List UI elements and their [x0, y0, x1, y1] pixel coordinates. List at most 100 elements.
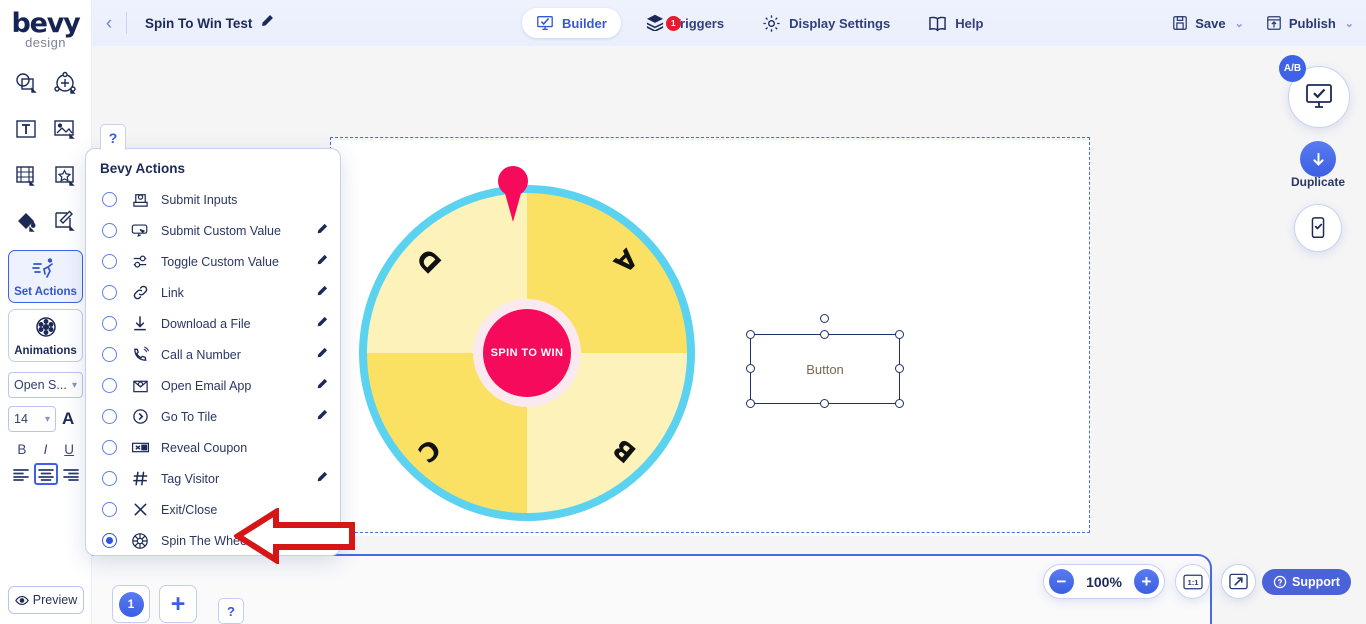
align-left-button[interactable]	[9, 463, 33, 485]
save-button[interactable]: Save ⌄	[1172, 15, 1244, 31]
resize-handle-se[interactable]	[895, 399, 904, 408]
edit-pencil-icon[interactable]	[316, 346, 328, 364]
edit-pencil-icon[interactable]	[316, 222, 328, 240]
chevron-down-icon[interactable]: ⌄	[1345, 17, 1354, 30]
resize-handle-sw[interactable]	[746, 399, 755, 408]
pencil-icon[interactable]	[260, 14, 274, 33]
rotate-handle[interactable]	[820, 314, 829, 323]
edit-pencil-icon[interactable]	[316, 315, 328, 333]
radio-exit-close[interactable]	[102, 502, 117, 517]
radio-submit-inputs[interactable]	[102, 192, 117, 207]
resize-handle-nw[interactable]	[746, 330, 755, 339]
resize-handle-w[interactable]	[746, 364, 755, 373]
wheel-segment-label-c: C	[412, 432, 446, 467]
star-icon[interactable]	[46, 156, 86, 194]
resize-handle-e[interactable]	[895, 364, 904, 373]
font-family-select[interactable]: Open S... ▾	[8, 372, 83, 398]
zoom-in-button[interactable]: +	[1134, 569, 1159, 594]
radio-toggle-custom-value[interactable]	[102, 254, 117, 269]
film-icon[interactable]	[6, 156, 46, 194]
font-size-select[interactable]: 14 ▾	[8, 406, 56, 432]
mobile-preview-button[interactable]	[1294, 204, 1342, 252]
edit-pencil-icon[interactable]	[316, 377, 328, 395]
action-item-open-email-app[interactable]: Open Email App	[86, 370, 340, 401]
edit-pencil-icon[interactable]	[316, 470, 328, 488]
radio-go-to-tile[interactable]	[102, 409, 117, 424]
fullscreen-button[interactable]	[1221, 564, 1256, 599]
action-item-spin-the-wheel[interactable]: Spin The Wheel	[86, 525, 340, 556]
text-color-button[interactable]: A	[62, 409, 74, 429]
underline-button[interactable]: U	[59, 442, 79, 457]
tab-triggers[interactable]: 1 Triggers	[631, 7, 738, 40]
resize-handle-s[interactable]	[820, 399, 829, 408]
paint-bucket-icon[interactable]	[6, 202, 46, 240]
action-item-go-to-tile[interactable]: Go To Tile	[86, 401, 340, 432]
logo[interactable]: bevy design	[0, 0, 91, 54]
edit-box-icon[interactable]	[46, 202, 86, 240]
radio-reveal-coupon[interactable]	[102, 440, 117, 455]
action-item-toggle-custom-value[interactable]: Toggle Custom Value	[86, 246, 340, 277]
mobile-check-icon	[1307, 216, 1329, 240]
image-icon[interactable]	[46, 110, 86, 148]
action-item-submit-custom-value[interactable]: Submit Custom Value	[86, 215, 340, 246]
action-item-submit-inputs[interactable]: Submit Inputs	[86, 184, 340, 215]
radio-submit-custom-value[interactable]	[102, 223, 117, 238]
zoom-reset-button[interactable]: 1:1	[1175, 564, 1210, 599]
preview-button[interactable]: Preview	[8, 586, 84, 614]
tab-help[interactable]: Help	[914, 9, 997, 38]
action-item-tag-visitor[interactable]: Tag Visitor	[86, 463, 340, 494]
text-T-icon[interactable]	[6, 110, 46, 148]
book-icon	[928, 15, 947, 32]
duplicate-button[interactable]	[1300, 141, 1336, 177]
radio-link[interactable]	[102, 285, 117, 300]
page-tile-1[interactable]: 1	[112, 585, 150, 623]
actions-help-tab[interactable]: ?	[100, 124, 126, 150]
sidebar-item-animations[interactable]: Animations	[8, 309, 83, 362]
shapes-icon[interactable]	[6, 64, 46, 102]
add-tile-button[interactable]: +	[159, 585, 197, 623]
bevy-actions-panel: Bevy Actions Submit Inputs Submit Custom…	[85, 148, 341, 556]
font-size-value: 14	[14, 412, 28, 426]
radio-call-a-number[interactable]	[102, 347, 117, 362]
zoom-control: − 100% +	[1043, 564, 1165, 599]
radio-spin-the-wheel[interactable]	[102, 533, 117, 548]
action-item-download-a-file[interactable]: Download a File	[86, 308, 340, 339]
ab-badge[interactable]: A/B	[1279, 55, 1306, 82]
action-item-exit-close[interactable]: Exit/Close	[86, 494, 340, 525]
wheel-segments: A B C D SPIN TO WIN	[367, 193, 687, 513]
resize-handle-ne[interactable]	[895, 330, 904, 339]
divider	[126, 12, 127, 34]
builder-screen-icon	[536, 14, 554, 32]
wheel-hub[interactable]: SPIN TO WIN	[473, 299, 581, 407]
radio-tag-visitor[interactable]	[102, 471, 117, 486]
tab-builder[interactable]: Builder	[522, 8, 621, 38]
align-right-button[interactable]	[59, 463, 83, 485]
support-button[interactable]: Support	[1262, 569, 1351, 595]
sidebar-item-set-actions[interactable]: Set Actions	[8, 250, 83, 303]
bold-button[interactable]: B	[12, 442, 32, 457]
radio-download-a-file[interactable]	[102, 316, 117, 331]
button-element[interactable]: Button	[750, 334, 900, 404]
tiles-help-button[interactable]: ?	[218, 598, 244, 624]
tab-display-settings[interactable]: Display Settings	[748, 8, 904, 39]
action-item-call-a-number[interactable]: Call a Number	[86, 339, 340, 370]
zoom-value: 100%	[1086, 574, 1122, 590]
back-button[interactable]: ‹	[92, 14, 126, 33]
duplicate-label: Duplicate	[1272, 175, 1364, 189]
edit-pencil-icon[interactable]	[316, 284, 328, 302]
edit-pencil-icon[interactable]	[316, 253, 328, 271]
align-center-button[interactable]	[34, 463, 58, 485]
spin-wheel-icon	[127, 532, 153, 550]
action-label: Spin The Wheel	[161, 534, 328, 548]
resize-handle-n[interactable]	[820, 330, 829, 339]
spin-wheel[interactable]: A B C D SPIN TO WIN	[345, 166, 685, 466]
radio-open-email-app[interactable]	[102, 378, 117, 393]
action-item-link[interactable]: Link	[86, 277, 340, 308]
publish-button[interactable]: Publish ⌄	[1266, 15, 1354, 31]
chevron-down-icon[interactable]: ⌄	[1235, 17, 1244, 30]
italic-button[interactable]: I	[35, 442, 55, 457]
edit-pencil-icon[interactable]	[316, 408, 328, 426]
add-node-icon[interactable]	[46, 64, 86, 102]
action-item-reveal-coupon[interactable]: Reveal Coupon	[86, 432, 340, 463]
zoom-out-button[interactable]: −	[1049, 569, 1074, 594]
